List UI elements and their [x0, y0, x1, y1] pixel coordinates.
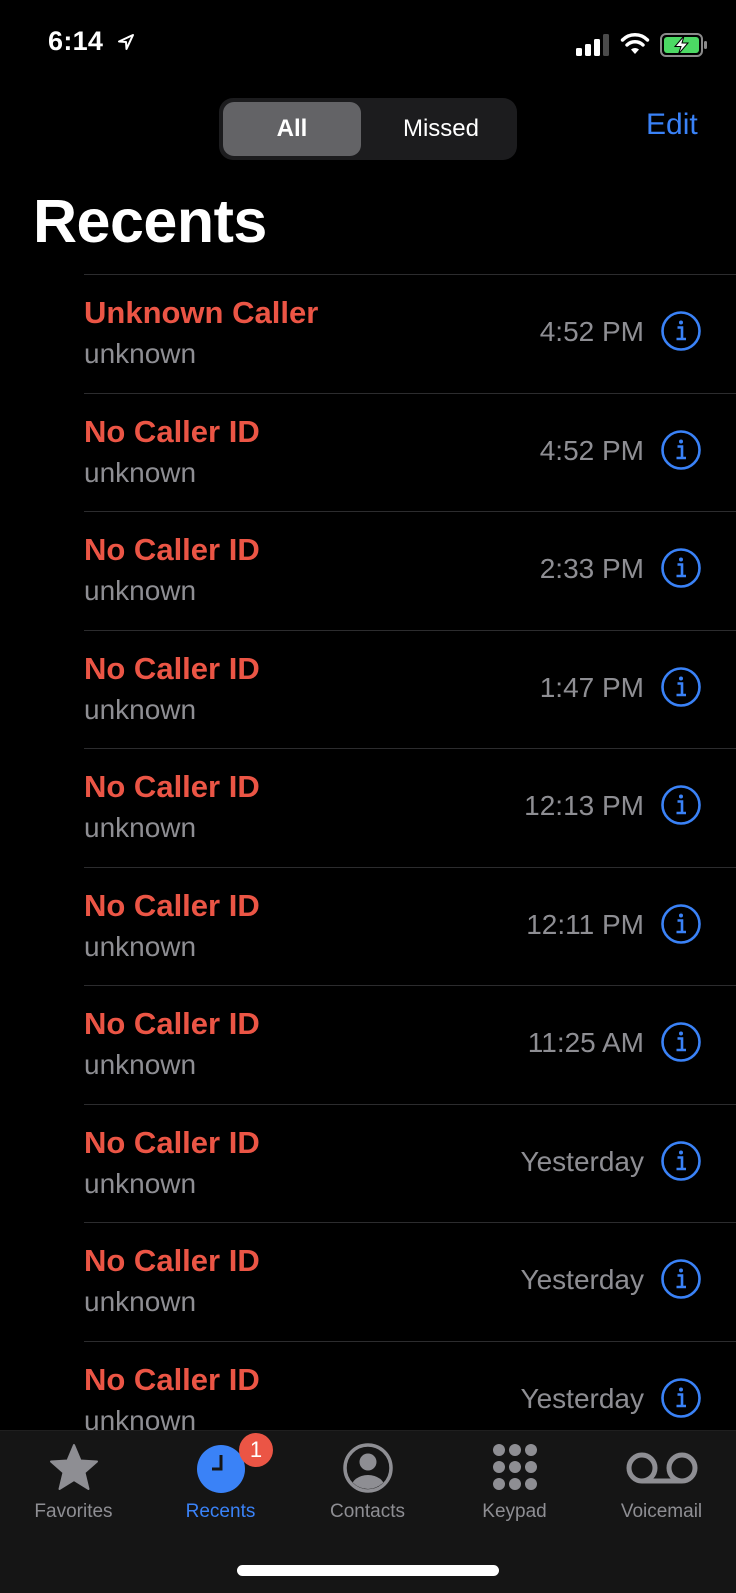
- tab-favorites[interactable]: Favorites: [0, 1431, 147, 1541]
- info-icon[interactable]: [660, 1140, 702, 1182]
- call-time: 2:33 PM: [539, 553, 644, 584]
- info-icon[interactable]: [660, 1021, 702, 1063]
- call-time: 12:13 PM: [524, 790, 644, 821]
- caller-name: No Caller ID: [84, 1361, 260, 1397]
- call-time: Yesterday: [520, 1382, 645, 1414]
- call-row[interactable]: No Caller ID unknown 2:33 PM: [0, 511, 736, 630]
- info-icon[interactable]: [660, 784, 702, 826]
- caller-name: No Caller ID: [84, 650, 260, 686]
- missed-calls-badge: 1: [239, 1433, 273, 1467]
- status-time: 6:14: [48, 26, 104, 56]
- call-row[interactable]: No Caller ID unknown 4:52 PM: [0, 392, 736, 512]
- info-icon[interactable]: [660, 429, 702, 471]
- caller-name: No Caller ID: [84, 1243, 260, 1278]
- tab-label: Contacts: [330, 1501, 405, 1522]
- caller-name: No Caller ID: [84, 532, 260, 567]
- call-row[interactable]: No Caller ID unknown 12:11 PM: [0, 866, 736, 986]
- caller-label: unknown: [84, 1404, 197, 1431]
- location-arrow-icon: [118, 34, 134, 50]
- home-indicator[interactable]: [237, 1565, 499, 1576]
- segment-all[interactable]: All: [223, 102, 361, 156]
- edit-button[interactable]: Edit: [646, 108, 698, 142]
- caller-name: No Caller ID: [84, 769, 260, 804]
- call-time: Yesterday: [520, 1264, 645, 1295]
- call-row[interactable]: No Caller ID unknown 1:47 PM: [0, 629, 736, 749]
- tab-label: Keypad: [482, 1501, 547, 1522]
- status-bar: 6:14: [0, 0, 736, 90]
- caller-label: unknown: [84, 693, 197, 725]
- caller-label: unknown: [84, 1286, 197, 1317]
- caller-name: Unknown Caller: [84, 295, 319, 330]
- tab-voicemail[interactable]: Voicemail: [588, 1431, 735, 1541]
- tab-contacts[interactable]: Contacts: [294, 1431, 441, 1541]
- tab-label: Voicemail: [620, 1501, 703, 1522]
- recent-calls-list[interactable]: Unknown Caller unknown 4:52 PM No Caller…: [0, 274, 736, 1430]
- call-time: Yesterday: [520, 1145, 645, 1177]
- caller-name: No Caller ID: [84, 1124, 260, 1160]
- info-icon[interactable]: [660, 547, 702, 589]
- star-icon: [49, 1444, 98, 1490]
- call-row[interactable]: No Caller ID unknown 12:13 PM: [0, 748, 736, 867]
- voicemail-icon: [626, 1452, 697, 1484]
- page-title: Recents: [33, 187, 267, 255]
- info-icon[interactable]: [660, 310, 702, 352]
- call-time: 11:25 AM: [527, 1027, 644, 1058]
- call-row[interactable]: No Caller ID unknown Yesterday: [0, 1340, 736, 1431]
- caller-name: No Caller ID: [84, 887, 260, 923]
- call-time: 4:52 PM: [539, 434, 644, 466]
- caller-label: unknown: [84, 812, 197, 843]
- call-time: 4:52 PM: [539, 316, 644, 347]
- tab-recents[interactable]: 1 Recents: [147, 1431, 294, 1541]
- caller-name: No Caller ID: [84, 1006, 260, 1041]
- segment-missed[interactable]: Missed: [369, 102, 513, 156]
- cellular-signal-icon: [576, 34, 609, 56]
- info-icon[interactable]: [660, 1377, 702, 1419]
- info-icon[interactable]: [660, 666, 702, 708]
- caller-label: unknown: [84, 456, 197, 488]
- info-icon[interactable]: [660, 1258, 702, 1300]
- caller-label: unknown: [84, 1167, 197, 1199]
- call-time: 12:11 PM: [526, 908, 644, 940]
- caller-name: No Caller ID: [84, 413, 260, 449]
- calls-filter-segmented-control: All Missed: [219, 98, 517, 160]
- tab-label: Recents: [185, 1501, 256, 1522]
- battery-charging-icon: [660, 33, 707, 57]
- tab-keypad[interactable]: Keypad: [441, 1431, 588, 1541]
- call-time: 1:47 PM: [539, 671, 644, 703]
- person-circle-icon: [342, 1443, 393, 1493]
- tab-label: Favorites: [34, 1501, 113, 1522]
- caller-label: unknown: [84, 575, 197, 606]
- call-row[interactable]: Unknown Caller unknown 4:52 PM: [0, 274, 736, 393]
- keypad-icon: [492, 1444, 537, 1490]
- wifi-icon: [620, 33, 650, 54]
- caller-label: unknown: [84, 338, 197, 369]
- caller-label: unknown: [84, 930, 197, 962]
- info-icon[interactable]: [660, 903, 702, 945]
- caller-label: unknown: [84, 1049, 197, 1080]
- call-row[interactable]: No Caller ID unknown Yesterday: [0, 1103, 736, 1223]
- call-row[interactable]: No Caller ID unknown Yesterday: [0, 1222, 736, 1341]
- call-row[interactable]: No Caller ID unknown 11:25 AM: [0, 985, 736, 1104]
